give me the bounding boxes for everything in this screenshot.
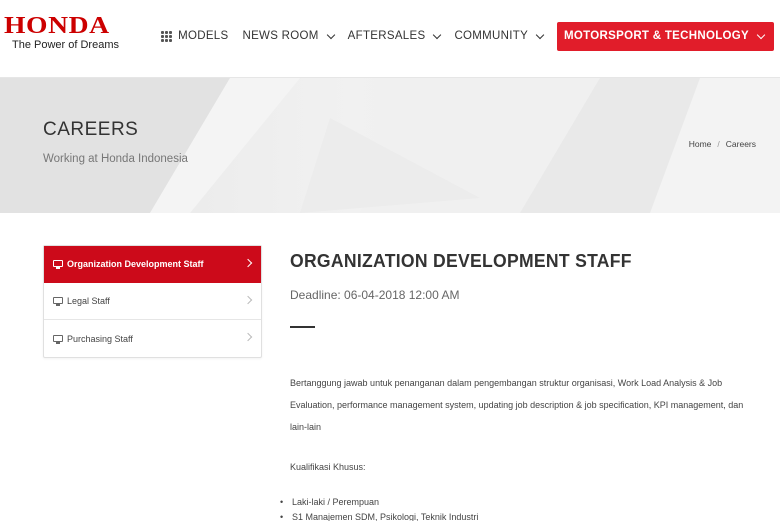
job-description: Bertanggung jawab untuk penanganan dalam… [290, 378, 744, 432]
job-deadline: Deadline: 06-04-2018 12:00 AM [290, 288, 460, 302]
sidebar-item-organization-development[interactable]: Organization Development Staff [44, 246, 261, 283]
monitor-icon [53, 334, 63, 344]
banner-background-graphic [0, 78, 780, 213]
page-subtitle: Working at Honda Indonesia [43, 153, 188, 165]
chevron-down-icon [326, 30, 335, 39]
chevron-down-icon [535, 30, 545, 39]
nav-community[interactable]: COMMUNITY [454, 22, 545, 50]
breadcrumb: Home / Careers [689, 139, 756, 149]
logo-tagline: The Power of Dreams [12, 39, 119, 51]
job-detail: ORGANIZATION DEVELOPMENT STAFF Deadline:… [290, 250, 760, 472]
chevron-right-icon [243, 332, 253, 342]
nav-models-label: MODELS [178, 30, 229, 42]
job-title: ORGANIZATION DEVELOPMENT STAFF [290, 250, 632, 271]
logo-wordmark: HONDA [4, 13, 110, 39]
nav-aftersales[interactable]: AFTERSALES [347, 22, 442, 50]
chevron-down-icon [756, 30, 766, 39]
sidebar-item-label: Legal Staff [67, 296, 110, 306]
qualification-list: Laki-laki / Perempuan S1 Manajemen SDM, … [280, 495, 478, 521]
job-list-sidebar: Organization Development Staff Legal Sta… [43, 245, 262, 358]
chevron-right-icon [243, 258, 253, 268]
title-divider [290, 326, 315, 328]
list-item: Laki-laki / Perempuan [280, 495, 478, 510]
nav-motorsport-button[interactable]: MOTORSPORT & TECHNOLOGY [557, 21, 774, 51]
page-title: CAREERS [43, 119, 139, 140]
sidebar-item-purchasing[interactable]: Purchasing Staff [44, 320, 261, 357]
grid-icon [161, 30, 173, 42]
sidebar-item-label: Purchasing Staff [67, 333, 133, 344]
nav-aftersales-label: AFTERSALES [347, 30, 426, 42]
monitor-icon [53, 260, 63, 269]
honda-logo[interactable]: HONDA The Power of Dreams [4, 14, 119, 52]
monitor-icon [53, 297, 63, 306]
page-banner: CAREERS Working at Honda Indonesia Home … [0, 78, 780, 213]
sidebar-item-legal[interactable]: Legal Staff [44, 283, 261, 320]
sidebar-item-label: Organization Development Staff [67, 259, 204, 269]
nav-newsroom-label: NEWS ROOM [242, 30, 319, 42]
nav-newsroom[interactable]: NEWS ROOM [242, 22, 335, 50]
site-header: HONDA The Power of Dreams MODELS NEWS RO… [0, 0, 780, 78]
nav-community-label: COMMUNITY [454, 30, 529, 42]
breadcrumb-home[interactable]: Home [689, 139, 712, 149]
list-item: S1 Manajemen SDM, Psikologi, Teknik Indu… [280, 510, 478, 521]
chevron-right-icon [243, 295, 253, 305]
nav-motorsport-label: MOTORSPORT & TECHNOLOGY [564, 30, 749, 42]
chevron-down-icon [433, 30, 442, 39]
main-nav: MODELS NEWS ROOM AFTERSALES COMMUNITY MO… [147, 21, 774, 51]
breadcrumb-current: Careers [725, 139, 756, 149]
breadcrumb-separator: / [717, 139, 720, 149]
nav-models[interactable]: MODELS [161, 22, 228, 50]
qualification-heading: Kualifikasi Khusus: [290, 462, 366, 472]
